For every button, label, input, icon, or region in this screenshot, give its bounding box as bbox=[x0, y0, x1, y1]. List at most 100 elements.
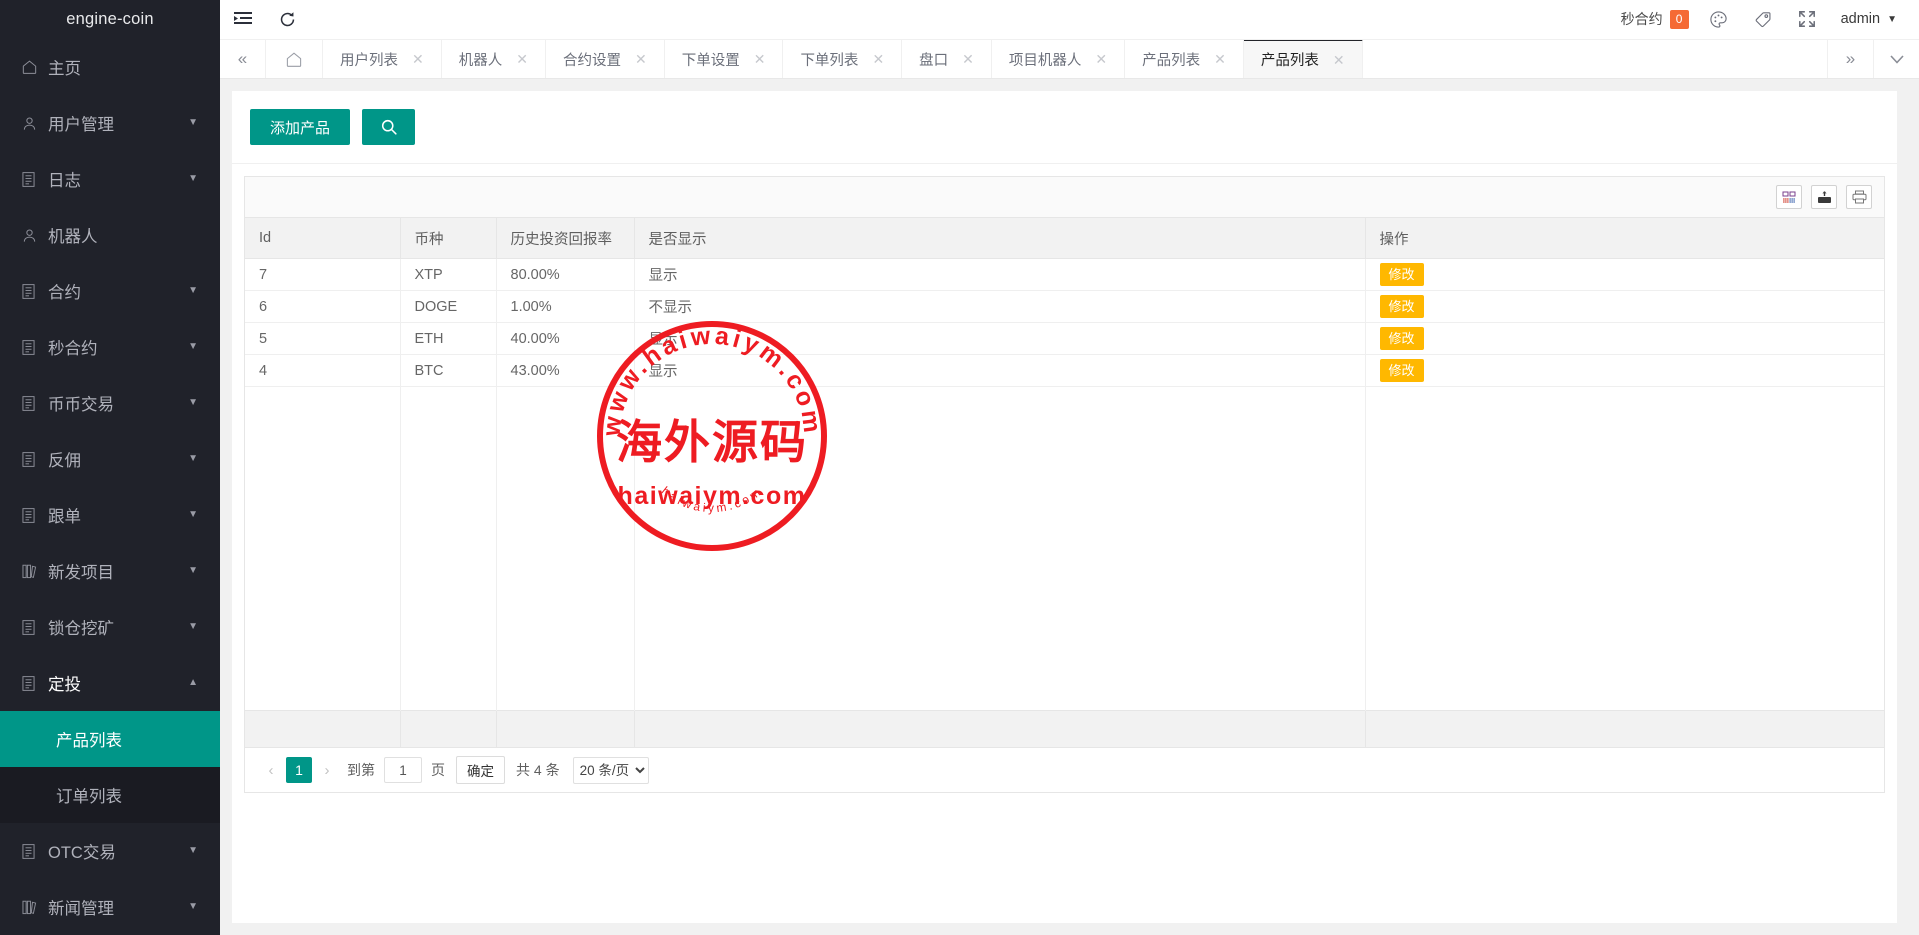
pagination-next[interactable]: › bbox=[314, 762, 340, 779]
page-size-select[interactable]: 10 条/页20 条/页30 条/页40 条/页 bbox=[573, 757, 649, 784]
sidebar-item-8[interactable]: 跟单▼ bbox=[0, 487, 220, 543]
sidebar-item-3[interactable]: 机器人 bbox=[0, 207, 220, 263]
seconds-contract-chip[interactable]: 秒合约 0 bbox=[1621, 9, 1689, 29]
chevron-down-icon: ▼ bbox=[188, 398, 198, 408]
table-filler-row bbox=[245, 387, 1884, 711]
pagination-page-1[interactable]: 1 bbox=[286, 757, 312, 783]
table-filler-cell bbox=[496, 387, 634, 711]
chevron-down-icon: ▼ bbox=[188, 454, 198, 464]
pagination-goto-prefix: 到第 bbox=[347, 760, 375, 780]
edit-button[interactable]: 修改 bbox=[1380, 359, 1424, 382]
close-icon[interactable]: ✕ bbox=[962, 52, 974, 66]
table-filler-cell bbox=[400, 387, 496, 711]
cell-coin: BTC bbox=[400, 355, 496, 387]
column-header-4[interactable]: 操作 bbox=[1365, 218, 1884, 259]
fullscreen-icon[interactable] bbox=[1785, 0, 1829, 39]
cell-roi: 80.00% bbox=[496, 259, 634, 291]
tab-label: 合约设置 bbox=[563, 49, 621, 70]
close-icon[interactable]: ✕ bbox=[872, 52, 884, 66]
sidebar-item-6[interactable]: 币币交易▼ bbox=[0, 375, 220, 431]
edit-button[interactable]: 修改 bbox=[1380, 263, 1424, 286]
tab-3[interactable]: 下单设置✕ bbox=[665, 40, 784, 78]
tab-7[interactable]: 产品列表 ✕ bbox=[1125, 40, 1244, 78]
tab-0[interactable]: 用户列表 ✕ bbox=[323, 40, 442, 78]
close-icon[interactable]: ✕ bbox=[635, 52, 647, 66]
column-header-3[interactable]: 是否显示 bbox=[634, 218, 1365, 259]
close-icon[interactable]: ✕ bbox=[1214, 52, 1226, 66]
pagination-total: 共 4 条 bbox=[516, 760, 560, 780]
sidebar-subitem-1[interactable]: 订单列表 bbox=[0, 767, 220, 823]
sidebar-item-13[interactable]: 新闻管理▼ bbox=[0, 879, 220, 935]
table-filler-cell bbox=[1365, 387, 1884, 711]
column-header-1[interactable]: 币种 bbox=[400, 218, 496, 259]
sidebar-item-10[interactable]: 锁仓挖矿▼ bbox=[0, 599, 220, 655]
pagination-prev[interactable]: ‹ bbox=[258, 762, 284, 779]
tab-label: 用户列表 bbox=[340, 49, 398, 70]
columns-icon[interactable] bbox=[1776, 185, 1802, 209]
table-body: 7XTP80.00%显示修改6DOGE1.00%不显示修改5ETH40.00%显… bbox=[245, 259, 1884, 711]
sidebar-item-label: 锁仓挖矿 bbox=[48, 615, 188, 639]
pagination-confirm-button[interactable]: 确定 bbox=[456, 756, 505, 784]
sidebar-item-12[interactable]: OTC交易▼ bbox=[0, 823, 220, 879]
menu-fold-icon[interactable] bbox=[220, 0, 265, 39]
user-menu[interactable]: admin ▼ bbox=[1829, 11, 1901, 27]
tab-home[interactable] bbox=[266, 40, 323, 78]
tab-2[interactable]: 合约设置 ✕ bbox=[546, 40, 665, 78]
chevron-up-icon: ▲ bbox=[188, 678, 198, 688]
footer-cell-action bbox=[1365, 711, 1884, 748]
column-header-0[interactable]: Id bbox=[245, 218, 400, 259]
footer-cell-id bbox=[245, 711, 400, 748]
sidebar-item-2[interactable]: 日志▼ bbox=[0, 151, 220, 207]
table-row: 6DOGE1.00%不显示修改 bbox=[245, 291, 1884, 323]
table-area: Id币种历史投资回报率是否显示操作 7XTP80.00%显示修改6DOGE1.0… bbox=[232, 164, 1897, 793]
add-product-button[interactable]: 添加产品 bbox=[250, 109, 350, 145]
tab-dropdown-icon[interactable] bbox=[1873, 40, 1919, 78]
close-icon[interactable]: ✕ bbox=[1095, 52, 1107, 66]
sidebar-item-label: 机器人 bbox=[48, 223, 198, 247]
chevron-double-right-icon[interactable]: » bbox=[1827, 40, 1873, 78]
tab-5[interactable]: 盘口✕ bbox=[902, 40, 992, 78]
doc-icon bbox=[22, 452, 48, 467]
sidebar-item-0[interactable]: 主页 bbox=[0, 39, 220, 95]
edit-button[interactable]: 修改 bbox=[1380, 295, 1424, 318]
tab-1[interactable]: 机器人✕ bbox=[442, 40, 546, 78]
chevron-down-icon: ▼ bbox=[188, 566, 198, 576]
edit-button[interactable]: 修改 bbox=[1380, 327, 1424, 350]
sidebar-item-7[interactable]: 反佣▼ bbox=[0, 431, 220, 487]
sidebar-item-1[interactable]: 用户管理▼ bbox=[0, 95, 220, 151]
tab-8[interactable]: 产品列表✕ bbox=[1244, 40, 1363, 78]
chevron-double-left-icon[interactable]: « bbox=[220, 40, 266, 78]
palette-icon[interactable] bbox=[1697, 0, 1741, 39]
header-actions: 秒合约 0 bbox=[1621, 0, 1919, 39]
column-header-2[interactable]: 历史投资回报率 bbox=[496, 218, 634, 259]
sidebar-item-11[interactable]: 定投▲ bbox=[0, 655, 220, 711]
refresh-icon[interactable] bbox=[265, 0, 310, 39]
doc-icon bbox=[22, 396, 48, 411]
cell-roi: 1.00% bbox=[496, 291, 634, 323]
tab-6[interactable]: 项目机器人 ✕ bbox=[992, 40, 1125, 78]
close-icon[interactable]: ✕ bbox=[412, 52, 424, 66]
close-icon[interactable]: ✕ bbox=[516, 52, 528, 66]
doc-icon bbox=[22, 284, 48, 299]
tab-label: 产品列表 bbox=[1142, 49, 1200, 70]
export-icon[interactable] bbox=[1811, 185, 1837, 209]
pagination-goto-input[interactable] bbox=[384, 757, 422, 783]
brand-title: engine-coin bbox=[0, 0, 220, 39]
close-icon[interactable]: ✕ bbox=[754, 52, 766, 66]
sidebar-subitem-0[interactable]: 产品列表 bbox=[0, 711, 220, 767]
chevron-down-icon: ▼ bbox=[188, 286, 198, 296]
search-button[interactable] bbox=[362, 109, 415, 145]
sidebar-item-4[interactable]: 合约▼ bbox=[0, 263, 220, 319]
cell-roi: 40.00% bbox=[496, 323, 634, 355]
tab-4[interactable]: 下单列表✕ bbox=[783, 40, 902, 78]
sidebar-item-label: OTC交易 bbox=[48, 839, 188, 863]
sidebar-item-9[interactable]: 新发项目▼ bbox=[0, 543, 220, 599]
close-icon[interactable]: ✕ bbox=[1333, 53, 1345, 67]
tag-icon[interactable] bbox=[1741, 0, 1785, 39]
sidebar-item-label: 合约 bbox=[48, 279, 188, 303]
sidebar-item-5[interactable]: 秒合约▼ bbox=[0, 319, 220, 375]
top-header: 秒合约 0 bbox=[220, 0, 1919, 39]
sidebar-item-label: 定投 bbox=[48, 671, 188, 695]
print-icon[interactable] bbox=[1846, 185, 1872, 209]
tab-label: 项目机器人 bbox=[1009, 49, 1082, 70]
